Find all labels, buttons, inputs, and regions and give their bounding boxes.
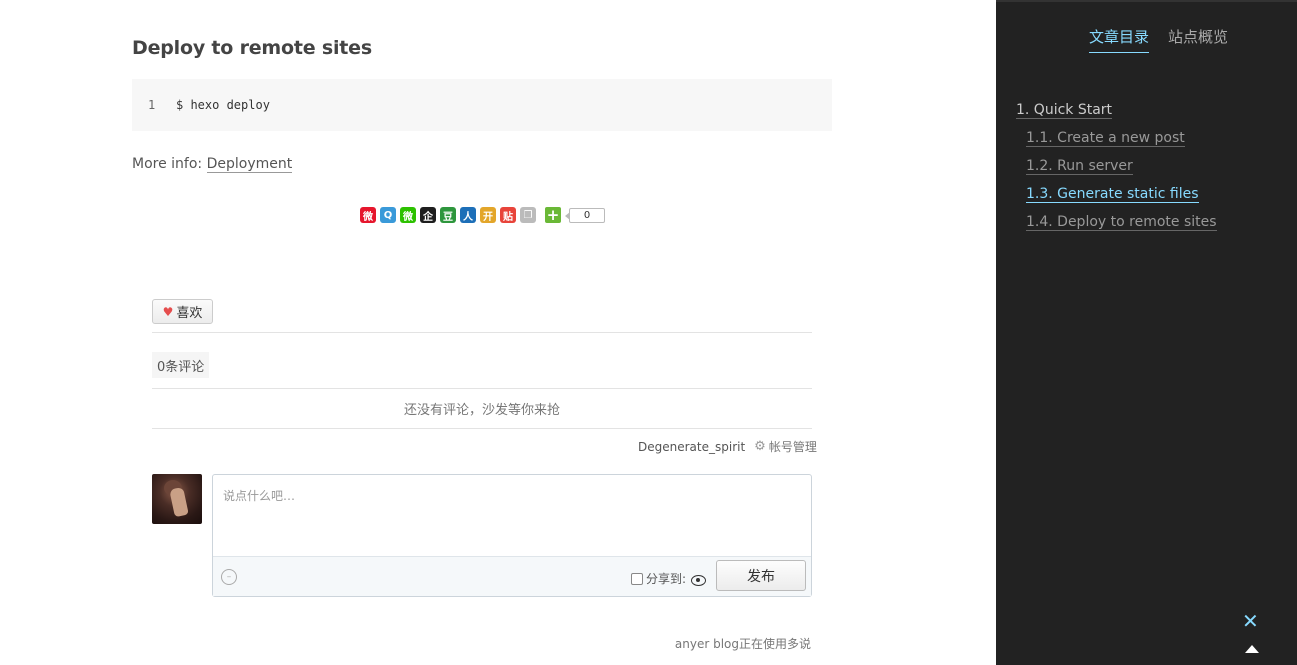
toc-item-deploy[interactable]: 1.4. Deploy to remote sites — [1016, 208, 1217, 236]
publish-button[interactable]: 发布 — [716, 560, 806, 591]
more-info: More info: Deployment — [132, 156, 293, 173]
weibo-share-icon[interactable]: 微 — [360, 207, 376, 223]
like-label: 喜欢 — [176, 306, 203, 321]
divider — [152, 428, 812, 429]
douban-share-icon[interactable]: 豆 — [440, 207, 456, 223]
gear-icon[interactable]: ⚙ — [754, 439, 766, 454]
toc-item-label: 1.4. Deploy to remote sites — [1026, 214, 1217, 231]
account-manage-link[interactable]: 帐号管理 — [769, 438, 817, 455]
comment-editor: – 分享到: 发布 — [212, 474, 812, 597]
divider — [152, 332, 812, 333]
code-line-number: 1 — [148, 98, 156, 112]
tab-overview[interactable]: 站点概览 — [1168, 26, 1228, 52]
empty-comments-message: 还没有评论，沙发等你来抢 — [403, 403, 560, 418]
powered-by[interactable]: anyer blog正在使用多说 — [675, 635, 811, 652]
more-share-icon[interactable]: + — [545, 206, 561, 224]
avatar[interactable] — [152, 474, 202, 524]
divider — [152, 388, 812, 389]
wechat-share-icon[interactable]: 微 — [400, 207, 416, 223]
tieba-share-icon[interactable]: 贴 — [500, 207, 516, 223]
sidebar: 文章目录 站点概览 1. Quick Start 1.1. Create a n… — [996, 0, 1297, 665]
code-line: $ hexo deploy — [176, 98, 270, 112]
username[interactable]: Degenerate_spirit — [638, 440, 745, 454]
share-count: 0 — [565, 207, 605, 223]
more-info-label: More info: — [132, 156, 207, 172]
comment-count-tab[interactable]: 0条评论 — [152, 352, 210, 378]
renren-share-icon[interactable]: 人 — [460, 207, 476, 223]
qzone-share-icon[interactable]: Q — [380, 207, 396, 223]
editor-toolbar: – 分享到: 发布 — [213, 556, 811, 596]
share-to-group: 分享到: — [631, 570, 707, 587]
table-of-contents: 1. Quick Start 1.1. Create a new post 1.… — [1016, 96, 1217, 236]
account-bar: Degenerate_spirit ⚙ 帐号管理 — [638, 438, 817, 455]
toc-item-label: 1.1. Create a new post — [1026, 130, 1185, 147]
share-to-label: 分享到: — [646, 572, 687, 586]
kaixin-share-icon[interactable]: 开 — [480, 207, 496, 223]
heart-icon: ♥ — [162, 304, 174, 319]
section-heading: Deploy to remote sites — [132, 37, 372, 59]
share-checkbox[interactable] — [631, 572, 643, 585]
close-icon[interactable]: ✕ — [1242, 609, 1259, 633]
share-bar: 微 Q 微 企 豆 人 开 贴 ❐ + 0 — [360, 206, 605, 224]
tab-toc[interactable]: 文章目录 — [1089, 26, 1150, 53]
toc-item-quick-start[interactable]: 1. Quick Start — [1016, 96, 1217, 124]
toc-item-label: 1. Quick Start — [1016, 102, 1113, 119]
toc-item-run-server[interactable]: 1.2. Run server — [1016, 152, 1217, 180]
emoji-icon[interactable]: – — [221, 569, 237, 585]
main-content: Deploy to remote sites 1 $ hexo deploy M… — [0, 0, 996, 665]
deployment-link[interactable]: Deployment — [206, 156, 293, 173]
comment-textarea[interactable] — [213, 475, 811, 556]
toc-item-create-post[interactable]: 1.1. Create a new post — [1016, 124, 1217, 152]
avatar-hand — [169, 486, 189, 518]
toc-item-label: 1.2. Run server — [1026, 158, 1133, 175]
toc-item-label: 1.3. Generate static files — [1026, 186, 1199, 203]
sidebar-top-line — [996, 0, 1297, 2]
qq-share-icon[interactable]: 企 — [420, 207, 436, 223]
toc-item-generate-static[interactable]: 1.3. Generate static files — [1016, 180, 1217, 208]
like-button[interactable]: ♥ 喜欢 — [152, 299, 213, 324]
copy-share-icon[interactable]: ❐ — [520, 207, 536, 223]
code-block: 1 $ hexo deploy — [132, 79, 832, 131]
back-to-top-icon[interactable] — [1245, 645, 1259, 653]
weibo-icon[interactable] — [690, 572, 707, 586]
